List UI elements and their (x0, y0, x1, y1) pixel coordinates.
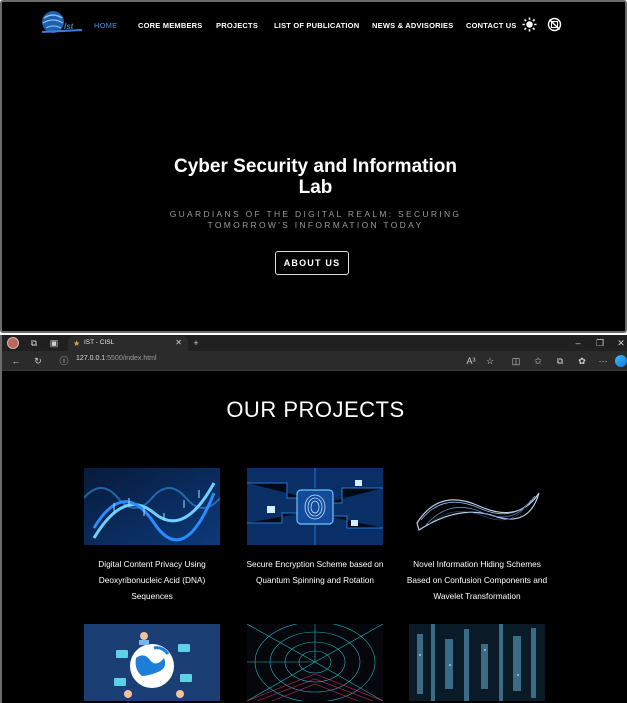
nav-projects[interactable]: PROJECTS (216, 21, 258, 30)
project-title-info-hiding[interactable]: Novel Information Hiding Schemes Based o… (392, 556, 562, 604)
project-title-line: Deoxyribonucleic Acid (DNA) (98, 575, 206, 585)
nav-contact-us[interactable]: CONTACT US (466, 21, 517, 30)
favorite-star-icon[interactable]: ☆ (484, 355, 496, 367)
project-title-line: Novel Information Hiding Schemes (413, 559, 541, 569)
hero-subtitle-line: GUARDIANS OF THE DIGITAL REALM: SECURING (169, 209, 462, 219)
nav-core-members[interactable]: CORE MEMBERS (138, 21, 203, 30)
site-hero-screenshot: Ist HOME CORE MEMBERS PROJECTS LIST OF P… (0, 0, 627, 333)
refresh-icon[interactable]: ↻ (32, 355, 44, 367)
project-title-line: Based on Confusion Components and (406, 575, 548, 585)
url-path: :5500/index.html (105, 355, 157, 362)
navbar: Ist HOME CORE MEMBERS PROJECTS LIST OF P… (2, 2, 625, 48)
back-icon[interactable]: ← (10, 355, 22, 367)
restore-icon[interactable]: ❐ (594, 337, 606, 349)
tab-actions-icon[interactable]: ▣ (48, 337, 60, 349)
project-title-line: Quantum Spinning and Rotation (255, 575, 375, 585)
project-title-line: Digital Content Privacy Using (98, 559, 206, 569)
svg-text:Ist: Ist (64, 22, 74, 31)
split-screen-icon[interactable]: ◫ (510, 355, 522, 367)
workspaces-icon[interactable]: ⧉ (28, 337, 40, 349)
project-image-tunnel[interactable] (247, 624, 383, 701)
more-menu-icon[interactable]: ··· (597, 355, 609, 367)
favicon-star-icon: ★ (73, 339, 81, 348)
theme-sun-icon[interactable] (522, 17, 537, 32)
site-logo[interactable]: Ist (40, 8, 84, 38)
new-tab-icon[interactable]: + (190, 337, 202, 349)
address-toolbar: ← ↻ ⓘ 127.0.0.1:5500/index.html A³ ☆ ◫ ✩… (2, 351, 627, 371)
project-title-line: Wavelet Transformation (433, 591, 521, 601)
hero-title-line: Lab (298, 177, 333, 198)
project-image-data[interactable] (409, 624, 545, 701)
browser-window: ⧉ ▣ ★ IST - CISL ✕ + – ❐ ✕ ← ↻ ⓘ 127.0.0… (0, 335, 627, 703)
project-title-line: Secure Encryption Scheme based on (246, 559, 384, 569)
hero-subtitle: GUARDIANS OF THE DIGITAL REALM: SECURING… (152, 209, 479, 231)
tab-title: IST - CISL (84, 339, 115, 346)
tab-bar: ⧉ ▣ ★ IST - CISL ✕ + – ❐ ✕ (2, 335, 627, 351)
project-image-encryption[interactable] (247, 468, 383, 545)
hero-title-line: Cyber Security and Information (174, 156, 457, 177)
project-title-line: Sequences (131, 591, 173, 601)
read-aloud-icon[interactable]: A³ (465, 355, 477, 367)
projects-heading: OUR PROJECTS (226, 397, 405, 422)
nav-news-advisories[interactable]: NEWS & ADVISORIES (372, 21, 453, 30)
extensions-icon[interactable]: ✿ (576, 355, 588, 367)
url-host: 127.0.0.1 (76, 355, 106, 362)
project-image-dna[interactable] (84, 468, 220, 545)
tab-ist-cisl[interactable]: ★ IST - CISL ✕ (68, 336, 188, 351)
site-info-icon[interactable]: ⓘ (58, 355, 70, 367)
close-tab-icon[interactable]: ✕ (175, 338, 182, 347)
hero-title: Cyber Security and Information Lab (152, 156, 479, 198)
project-title-encryption[interactable]: Secure Encryption Scheme based on Quantu… (230, 556, 400, 588)
collections-icon[interactable]: ⧉ (554, 355, 566, 367)
window-close-icon[interactable]: ✕ (615, 337, 627, 349)
about-us-button[interactable]: ABOUT US (275, 251, 349, 275)
hero-subtitle-line: TOMORROW'S INFORMATION TODAY (207, 220, 424, 230)
project-image-globe[interactable] (84, 624, 220, 701)
favorites-icon[interactable]: ✩ (532, 355, 544, 367)
project-title-dna[interactable]: Digital Content Privacy Using Deoxyribon… (67, 556, 237, 604)
minimize-icon[interactable]: – (572, 337, 584, 349)
nav-list-of-publication[interactable]: LIST OF PUBLICATION (274, 21, 359, 30)
project-image-info-hiding[interactable] (409, 468, 545, 545)
copilot-icon[interactable] (615, 355, 627, 367)
translate-off-icon[interactable] (547, 17, 562, 32)
nav-home[interactable]: HOME (94, 21, 117, 30)
profile-avatar[interactable] (7, 337, 19, 349)
address-bar[interactable]: 127.0.0.1:5500/index.html (76, 355, 157, 362)
